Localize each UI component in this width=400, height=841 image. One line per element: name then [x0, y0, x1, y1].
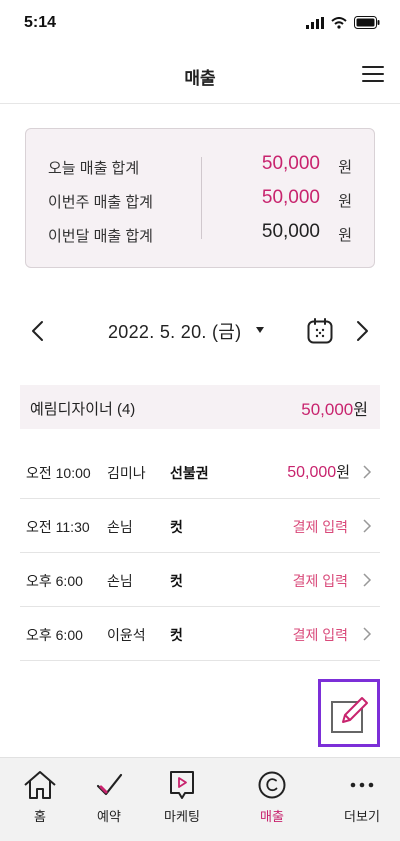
summary-unit: 원: [338, 193, 352, 210]
summary-row-month: 이번달 매출 합계 50,000 원: [26, 219, 374, 249]
chevron-right-icon: [363, 519, 372, 533]
designer-total: 50,000원: [301, 396, 368, 420]
tab-label: 매출: [260, 809, 284, 824]
appointment-time: 오후 6:00: [26, 627, 83, 643]
tab-label: 더보기: [344, 809, 380, 824]
check-icon: [96, 773, 123, 796]
designer-name: 예림디자이너 (4): [30, 401, 136, 418]
appointment-time: 오전 11:30: [26, 519, 90, 535]
designer-total-value: 50,000: [301, 400, 354, 419]
service-name: 선불권: [170, 465, 209, 481]
status-bar: 5:14: [0, 0, 400, 46]
home-icon: [24, 771, 56, 799]
payment-input-link[interactable]: 결제 입력: [293, 517, 348, 537]
appointment-list: 오전 10:00 김미나 선불권 50,000원 오전 11:30 손님 컷 결…: [20, 445, 380, 661]
tab-reservation[interactable]: 예약: [69, 758, 149, 841]
summary-value: 50,000: [261, 221, 320, 242]
customer-name: 이윤석: [107, 627, 146, 643]
battery-icon: [354, 16, 380, 29]
sales-summary-card: 오늘 매출 합계 50,000 원 이번주 매출 합계 50,000 원 이번달…: [25, 128, 375, 268]
list-item[interactable]: 오후 6:00 이윤석 컷 결제 입력: [20, 607, 380, 661]
chevron-left-icon[interactable]: [28, 320, 48, 342]
summary-value: 50,000: [261, 187, 320, 208]
nav-bar: 매출: [0, 46, 400, 104]
designer-header: 예림디자이너 (4) 50,000원: [20, 385, 380, 429]
summary-value: 50,000: [261, 153, 320, 174]
hamburger-menu-icon[interactable]: [362, 66, 384, 84]
summary-label: 오늘 매출 합계: [48, 160, 140, 177]
chevron-right-icon: [363, 627, 372, 641]
status-indicators: [306, 16, 380, 29]
coin-icon: [258, 771, 286, 799]
summary-unit: 원: [338, 159, 352, 176]
summary-label: 이번주 매출 합계: [48, 194, 153, 211]
wifi-icon: [331, 16, 347, 29]
customer-name: 손님: [107, 519, 133, 535]
tab-label: 마케팅: [164, 809, 200, 824]
summary-label: 이번달 매출 합계: [48, 228, 153, 245]
customer-name: 손님: [107, 573, 133, 589]
chevron-right-icon: [363, 573, 372, 587]
service-name: 컷: [170, 627, 183, 643]
payment-input-link[interactable]: 결제 입력: [293, 571, 348, 591]
summary-row-week: 이번주 매출 합계 50,000 원: [26, 185, 374, 215]
chevron-right-icon: [363, 465, 372, 479]
more-icon: [350, 782, 374, 788]
tab-sales[interactable]: 매출: [232, 758, 312, 841]
service-name: 컷: [170, 519, 183, 535]
caret-down-icon[interactable]: [256, 327, 264, 333]
status-time: 5:14: [24, 14, 57, 31]
tab-label: 예약: [97, 809, 121, 824]
tab-more[interactable]: 더보기: [322, 758, 400, 841]
appointment-amount: 50,000원: [287, 461, 350, 482]
tab-marketing[interactable]: 마케팅: [142, 758, 222, 841]
tab-label: 홈: [34, 809, 46, 824]
appointment-time: 오전 10:00: [26, 465, 91, 481]
date-picker-label[interactable]: 2022. 5. 20. (금): [108, 318, 241, 344]
pencil-edit-icon: [331, 697, 368, 733]
play-icon: [170, 771, 194, 799]
chevron-right-icon[interactable]: [352, 320, 372, 342]
calendar-icon[interactable]: [307, 318, 333, 344]
appointment-time: 오후 6:00: [26, 573, 83, 589]
payment-input-link[interactable]: 결제 입력: [293, 625, 348, 645]
list-item[interactable]: 오후 6:00 손님 컷 결제 입력: [20, 553, 380, 607]
page-title: 매출: [184, 69, 216, 88]
designer-total-unit: 원: [353, 402, 368, 419]
edit-button[interactable]: [318, 679, 380, 747]
amount-unit: 원: [336, 464, 350, 481]
tab-home[interactable]: 홈: [0, 758, 80, 841]
summary-unit: 원: [338, 227, 352, 244]
summary-row-today: 오늘 매출 합계 50,000 원: [26, 151, 374, 181]
list-item[interactable]: 오전 10:00 김미나 선불권 50,000원: [20, 445, 380, 499]
service-name: 컷: [170, 573, 183, 589]
list-item[interactable]: 오전 11:30 손님 컷 결제 입력: [20, 499, 380, 553]
bottom-tab-bar: 홈 예약 마케팅 매출 더보기: [0, 757, 400, 841]
date-navigator: 2022. 5. 20. (금): [0, 306, 400, 356]
customer-name: 김미나: [107, 465, 146, 481]
amount-value: 50,000: [287, 464, 337, 481]
signal-icon: [306, 16, 324, 29]
